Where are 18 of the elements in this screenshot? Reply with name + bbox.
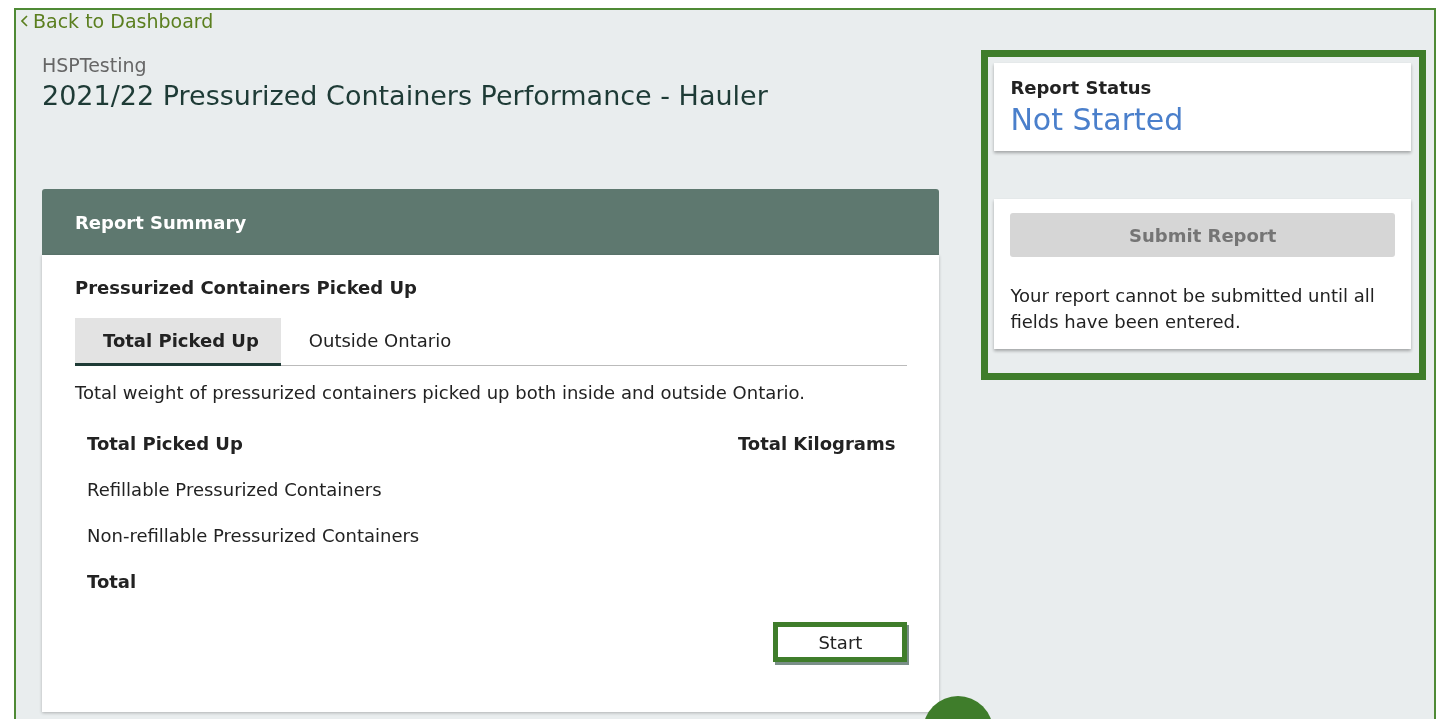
chevron-left-icon (21, 15, 29, 27)
summary-header: Report Summary (42, 189, 940, 255)
tab[interactable]: Outside Ontario (280, 318, 474, 366)
status-label: Report Status (1010, 77, 1153, 98)
page-title: 2021/22 Pressurized Containers Performance - Hauler (42, 80, 769, 111)
submit-note: Your report cannot be submitted until all fields have been entered. (1010, 284, 1376, 334)
back-link[interactable]: Back to Dashboard (21, 10, 214, 32)
start-button[interactable]: Start (773, 622, 908, 662)
column-header: Total Kilograms (737, 432, 896, 454)
status-value: Not Started (1010, 102, 1185, 137)
total-label: Total (87, 570, 137, 592)
tab[interactable]: Total Picked Up (75, 318, 281, 366)
column-header: Total Picked Up (87, 432, 243, 454)
row-label: Refillable Pressurized Containers (87, 478, 382, 500)
organization-name: HSPTesting (42, 54, 148, 76)
description: Total weight of pressurized containers picked up both inside and outside Ontario. (75, 381, 807, 405)
section-title: Pressurized Containers Picked Up (75, 277, 418, 298)
row-label: Non-refillable Pressurized Containers (87, 524, 420, 546)
